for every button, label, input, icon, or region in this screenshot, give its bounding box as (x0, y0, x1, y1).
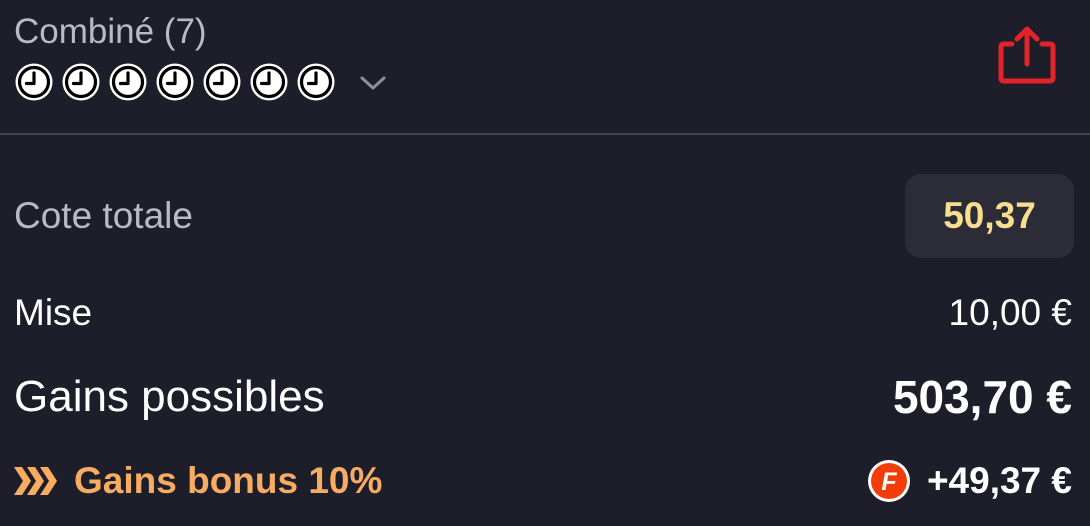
bonus-gains-label-group: Gains bonus 10% (14, 460, 382, 502)
clock-icon (15, 63, 53, 101)
share-icon[interactable] (996, 22, 1058, 86)
clock-icon (109, 63, 147, 101)
bonus-gains-label: Gains bonus 10% (74, 460, 383, 501)
stake-row: Mise 10,00 € (14, 288, 1072, 338)
clock-icon (297, 63, 335, 101)
bonus-gains-value-group: F +49,37 € (867, 459, 1072, 503)
clock-icon (203, 63, 241, 101)
bonus-gains-value: +49,37 € (926, 460, 1072, 501)
potential-gains-label: Gains possibles (14, 372, 325, 421)
clock-icon (156, 63, 194, 101)
potential-gains-row: Gains possibles 503,70 € (14, 368, 1072, 426)
total-odds-pill: 50,37 (905, 174, 1074, 258)
stake-label: Mise (14, 292, 93, 333)
clock-icon (62, 63, 100, 101)
bet-slip-summary: Combiné (7) Cote totale 50,37 Mise 10,00… (0, 0, 1090, 526)
bet-type-title: Combiné (7) (14, 12, 207, 51)
potential-gains-value: 503,70 € (892, 371, 1072, 423)
freebet-badge-icon: F (867, 460, 910, 502)
selections-status-row[interactable] (14, 62, 388, 102)
total-odds-value: 50,37 (943, 195, 1036, 236)
stake-value: 10,00 € (948, 292, 1072, 333)
bonus-gains-row: Gains bonus 10% F +49,37 € (14, 455, 1072, 507)
bet-slip-header: Combiné (7) (0, 0, 1090, 135)
chevrons-right-icon (14, 467, 57, 495)
total-odds-row: Cote totale 50,37 (14, 174, 1074, 258)
clock-icon (250, 63, 288, 101)
total-odds-label: Cote totale (14, 195, 193, 236)
chevron-down-icon[interactable] (358, 73, 388, 93)
freebet-badge-letter: F (881, 468, 897, 496)
